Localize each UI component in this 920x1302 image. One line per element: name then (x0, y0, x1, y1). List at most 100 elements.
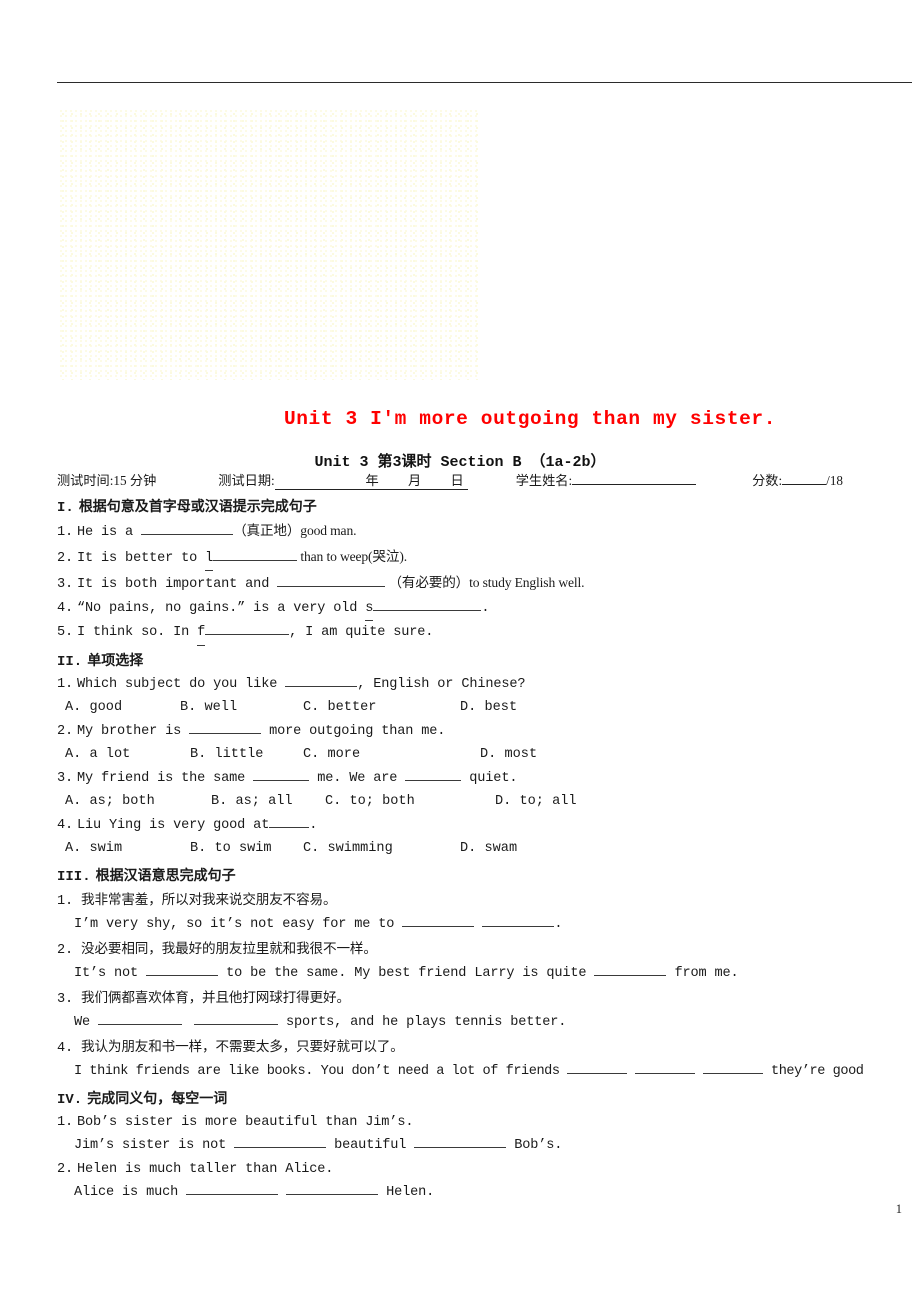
score-input[interactable] (782, 470, 827, 485)
option-c[interactable]: C. more (303, 743, 480, 767)
option-d[interactable]: D. most (480, 743, 537, 767)
page-number: 1 (895, 1202, 902, 1216)
date-month-label: 月 (408, 473, 422, 488)
test-date-label: 测试日期: (218, 473, 275, 488)
q-number: 5. (57, 625, 74, 640)
q-number: 1. (57, 1114, 74, 1130)
score-total: /18 (826, 473, 844, 488)
page-subtitle: Unit 3 第3课时 Section B （1a-2b） (314, 454, 606, 471)
answer-blank-with-hint[interactable]: l (205, 547, 298, 571)
q-text-post: Helen. (378, 1185, 435, 1200)
option-b[interactable]: B. as; all (211, 790, 325, 814)
q-text-pre: It is better to (77, 550, 206, 566)
section-title-4: 完成同义句，每空一词 (87, 1091, 228, 1107)
q-text-pre: I think friends are like books. You don’… (74, 1064, 568, 1079)
q-text-pre: Jim’s sister is not (74, 1138, 235, 1153)
q-chinese-prompt: 我们俩都喜欢体育，并且他打网球打得更好。 (81, 989, 350, 1005)
question-ii-2: 2. My brother is more outgoing than me. (57, 720, 915, 744)
answer-blank[interactable] (285, 673, 358, 687)
q-text-post: , I am quite sure. (289, 625, 434, 640)
question-ii-4: 4. Liu Ying is very good at. (57, 814, 915, 838)
section-numeral-2: II. (57, 653, 83, 670)
q-text-mid: to be the same. My best friend Larry is … (218, 966, 595, 981)
q-text-pre: My brother is (77, 723, 190, 739)
q-number: 3. (57, 991, 74, 1007)
answer-blank-with-hint[interactable]: s (365, 597, 482, 621)
answer-blank[interactable] (594, 962, 667, 976)
question-iii-2-chinese: 2. 没必要相同，我最好的朋友拉里就和我很不一样。 (57, 937, 915, 963)
answer-blank[interactable] (414, 1134, 507, 1148)
q-text-post: （真正地）good man. (233, 523, 357, 538)
q-text-pre: It’s not (74, 966, 147, 981)
option-b[interactable]: B. well (180, 696, 303, 720)
option-c[interactable]: C. swimming (303, 837, 460, 861)
option-c[interactable]: C. to; both (325, 790, 495, 814)
score-label: 分数: (752, 473, 783, 488)
q-number: 2. (57, 1161, 74, 1177)
answer-blank[interactable] (402, 913, 475, 927)
answer-blank[interactable] (234, 1134, 327, 1148)
answer-blank[interactable] (286, 1181, 379, 1195)
q-text-post: . (309, 817, 318, 833)
q-original-sentence: Helen is much taller than Alice. (77, 1161, 334, 1177)
q-number: 3. (57, 577, 74, 592)
section-heading-4: IV. 完成同义句，每空一词 (57, 1089, 915, 1111)
option-b[interactable]: B. little (190, 743, 303, 767)
q-number: 1. (57, 525, 74, 540)
section-numeral-3: III. (57, 868, 91, 885)
answer-blank[interactable] (482, 913, 555, 927)
answer-blank[interactable] (146, 962, 219, 976)
question-iii-1-english: I’m very shy, so it’s not easy for me to… (57, 913, 915, 937)
option-a[interactable]: A. swim (65, 837, 190, 861)
answer-blank[interactable] (253, 767, 310, 781)
question-iii-4-chinese: 4. 我认为朋友和书一样，不需要太多，只要好就可以了。 (57, 1035, 915, 1061)
student-name-label: 学生姓名: (515, 473, 573, 488)
option-c[interactable]: C. better (303, 696, 460, 720)
answer-blank[interactable] (189, 720, 262, 734)
q-number: 4. (57, 1040, 74, 1056)
option-a[interactable]: A. as; both (65, 790, 211, 814)
answer-blank[interactable] (141, 521, 234, 535)
question-iv-1-answer: Jim’s sister is not beautiful Bob’s. (57, 1134, 915, 1158)
q-text-pre: It is both important and (77, 577, 278, 592)
option-a[interactable]: A. a lot (65, 743, 190, 767)
answer-blank[interactable] (567, 1060, 628, 1074)
q-text-post: more outgoing than me. (261, 723, 446, 739)
answer-blank[interactable] (635, 1060, 696, 1074)
answer-blank[interactable] (194, 1011, 279, 1025)
answer-blank[interactable] (98, 1011, 183, 1025)
option-a[interactable]: A. good (65, 696, 180, 720)
question-iii-4-english: I think friends are like books. You don’… (57, 1060, 915, 1084)
q-text-mid: me. We are (309, 770, 406, 786)
q-number: 2. (57, 550, 74, 566)
q-text-pre: Which subject do you like (77, 676, 286, 692)
answer-blank[interactable] (186, 1181, 279, 1195)
answer-blank[interactable] (405, 767, 462, 781)
answer-blank-with-hint[interactable]: f (197, 621, 290, 646)
section-heading-2: II. 单项选择 (57, 651, 915, 673)
q-text-post: （有必要的）to study English well. (385, 575, 585, 590)
option-d[interactable]: D. swam (460, 837, 517, 861)
answer-blank[interactable] (277, 573, 386, 587)
q-text-post: they’re good (763, 1064, 864, 1079)
q-text-mid: beautiful (326, 1138, 415, 1153)
q-number: 3. (57, 770, 74, 786)
section-title-1: 根据句意及首字母或汉语提示完成句子 (78, 500, 317, 515)
answer-blank[interactable] (269, 814, 310, 828)
question-i-4: 4. “No pains, no gains.” is a very old s. (57, 597, 915, 621)
q-text-post: . (554, 917, 563, 932)
worksheet-content: 测试时间:15 分钟 测试日期: 年 月 日 学生姓名: 分数: /18 I. 根… (57, 470, 915, 1205)
question-i-3: 3. It is both important and （有必要的）to stud… (57, 571, 915, 597)
test-date-field[interactable]: 年 月 日 (274, 470, 468, 490)
q-number: 2. (57, 723, 74, 739)
option-d[interactable]: D. to; all (495, 790, 577, 814)
question-iii-1-chinese: 1. 我非常害羞，所以对我来说交朋友不容易。 (57, 888, 915, 914)
answer-blank[interactable] (703, 1060, 764, 1074)
option-b[interactable]: B. to swim (190, 837, 303, 861)
question-iii-2-english: It’s not to be the same. My best friend … (57, 962, 915, 986)
section-title-3: 根据汉语意思完成句子 (95, 868, 236, 884)
section-title-2: 单项选择 (87, 653, 144, 669)
section-numeral-1: I. (57, 500, 74, 516)
option-d[interactable]: D. best (460, 696, 517, 720)
student-name-input[interactable] (572, 470, 697, 485)
